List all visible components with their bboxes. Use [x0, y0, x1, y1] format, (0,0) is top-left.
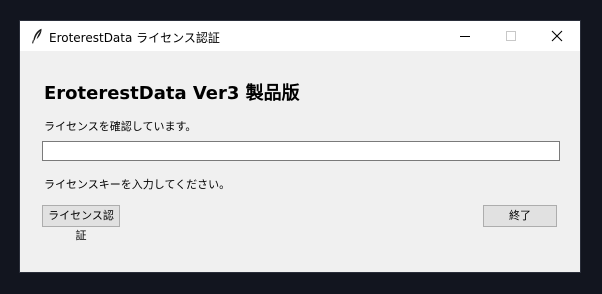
license-status-text: ライセンスを確認しています。	[44, 120, 197, 133]
maximize-button[interactable]	[488, 21, 534, 51]
minimize-button[interactable]	[442, 21, 488, 51]
minimize-icon	[460, 36, 470, 37]
close-icon	[551, 30, 563, 42]
exit-button[interactable]: 終了	[483, 205, 557, 227]
feather-icon	[31, 28, 43, 44]
close-button[interactable]	[534, 21, 580, 51]
license-key-input[interactable]	[42, 141, 560, 161]
window-title: EroterestData ライセンス認証	[49, 31, 220, 45]
license-auth-button[interactable]: ライセンス認証	[42, 205, 120, 242]
license-window: EroterestData ライセンス認証 EroterestData Ver3…	[20, 21, 580, 272]
product-heading: EroterestData Ver3 製品版	[44, 83, 300, 104]
titlebar[interactable]: EroterestData ライセンス認証	[20, 21, 580, 51]
license-key-prompt: ライセンスキーを入力してください。	[44, 178, 231, 191]
maximize-icon	[506, 31, 516, 41]
